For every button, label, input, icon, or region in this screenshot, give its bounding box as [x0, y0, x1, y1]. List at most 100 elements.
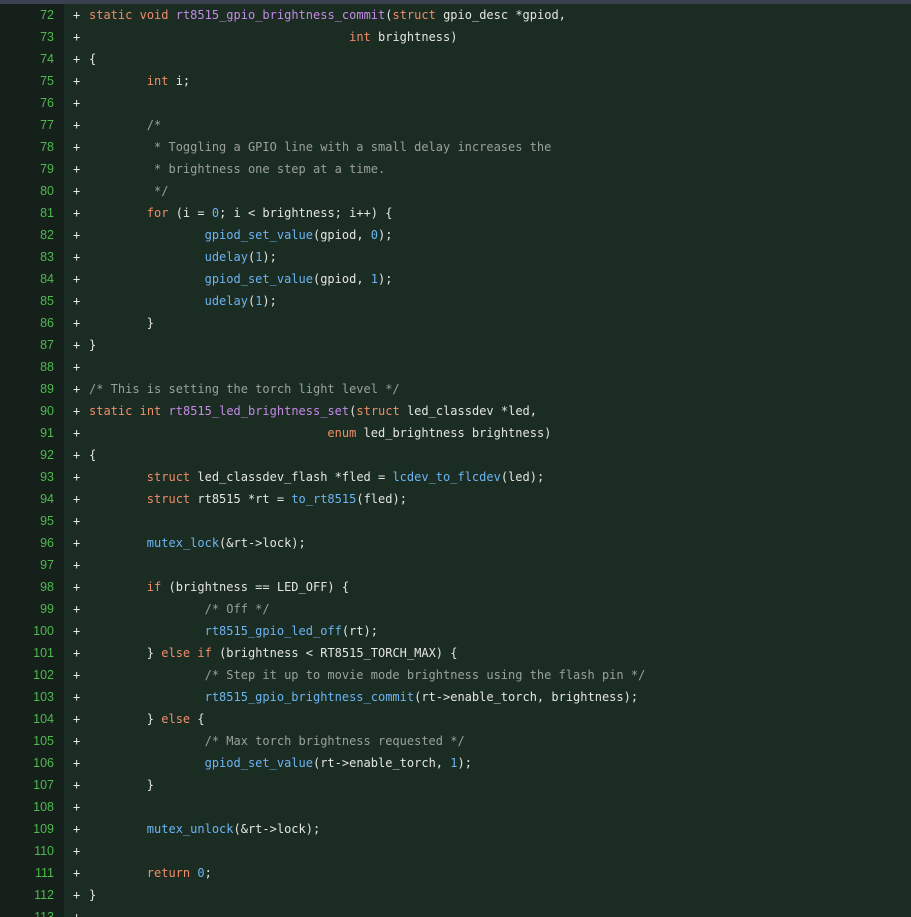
- line-number[interactable]: 105: [0, 734, 64, 748]
- code-token: 1: [370, 272, 378, 286]
- line-number[interactable]: 111: [0, 866, 64, 880]
- code-token: gpiod_set_value: [204, 756, 313, 770]
- line-number[interactable]: 74: [0, 52, 64, 66]
- added-line-marker: +: [73, 8, 81, 22]
- line-number[interactable]: 95: [0, 514, 64, 528]
- line-number[interactable]: 84: [0, 272, 64, 286]
- code-text: }: [89, 338, 96, 352]
- code-token: (brightness < RT8515_TORCH_MAX) {: [211, 646, 458, 660]
- code-token: int: [349, 30, 371, 44]
- added-line-marker: +: [73, 448, 81, 462]
- code-text: mutex_unlock(&rt->lock);: [89, 822, 320, 836]
- line-number[interactable]: 104: [0, 712, 64, 726]
- line-number[interactable]: 97: [0, 558, 64, 572]
- code-token: }: [89, 646, 162, 660]
- line-number[interactable]: 113: [0, 910, 64, 917]
- line-number[interactable]: 109: [0, 822, 64, 836]
- added-line-marker: +: [73, 96, 81, 110]
- line-number[interactable]: 85: [0, 294, 64, 308]
- line-number[interactable]: 83: [0, 250, 64, 264]
- line-number[interactable]: 110: [0, 844, 64, 858]
- line-number[interactable]: 92: [0, 448, 64, 462]
- line-number[interactable]: 78: [0, 140, 64, 154]
- added-line-marker: +: [73, 30, 81, 44]
- line-number[interactable]: 103: [0, 690, 64, 704]
- code-text: if (brightness == LED_OFF) {: [89, 580, 349, 594]
- code-token: brightness): [370, 30, 458, 44]
- code-token: (gpiod,: [312, 228, 371, 242]
- code-token: rt8515_gpio_led_off: [204, 624, 342, 638]
- line-number[interactable]: 81: [0, 206, 64, 220]
- diff-line: 92 + {: [0, 444, 911, 466]
- line-number[interactable]: 82: [0, 228, 64, 242]
- line-number[interactable]: 87: [0, 338, 64, 352]
- diff-line: 90 + static int rt8515_led_brightness_set(…: [0, 400, 911, 422]
- diff-line: 88 +: [0, 356, 911, 378]
- line-number[interactable]: 100: [0, 624, 64, 638]
- added-line-marker: +: [73, 756, 81, 770]
- diff-line: 76 +: [0, 92, 911, 114]
- diff-line: 86 + }: [0, 312, 911, 334]
- line-number[interactable]: 96: [0, 536, 64, 550]
- line-number[interactable]: 102: [0, 668, 64, 682]
- code-token: struct: [392, 8, 436, 22]
- line-number[interactable]: 86: [0, 316, 64, 330]
- diff-line: 91 + enum led_brightness brightness): [0, 422, 911, 444]
- line-number[interactable]: 101: [0, 646, 64, 660]
- added-line-marker: +: [73, 360, 81, 374]
- code-text: static void rt8515_gpio_brightness_commi…: [89, 8, 566, 22]
- added-line-marker: +: [73, 272, 81, 286]
- line-number[interactable]: 91: [0, 426, 64, 440]
- code-text: } else {: [89, 712, 205, 726]
- line-number[interactable]: 80: [0, 184, 64, 198]
- line-number[interactable]: 90: [0, 404, 64, 418]
- code-text: * brightness one step at a time.: [89, 162, 385, 176]
- code-text: udelay(1);: [89, 250, 277, 264]
- code-token: 0: [370, 228, 378, 242]
- added-line-marker: +: [73, 118, 81, 132]
- code-text: /* Max torch brightness requested */: [89, 734, 465, 748]
- diff-line: 75 + int i;: [0, 70, 911, 92]
- code-token: static: [89, 8, 133, 22]
- added-line-marker: +: [73, 52, 81, 66]
- line-number[interactable]: 79: [0, 162, 64, 176]
- diff-line: 79 + * brightness one step at a time.: [0, 158, 911, 180]
- diff-line: 98 + if (brightness == LED_OFF) {: [0, 576, 911, 598]
- line-number[interactable]: 75: [0, 74, 64, 88]
- line-number[interactable]: 73: [0, 30, 64, 44]
- code-token: }: [89, 316, 155, 330]
- diff-line: 103 + rt8515_gpio_brightness_commit(rt->e…: [0, 686, 911, 708]
- line-number[interactable]: 99: [0, 602, 64, 616]
- line-number[interactable]: 94: [0, 492, 64, 506]
- line-number[interactable]: 77: [0, 118, 64, 132]
- line-number[interactable]: 76: [0, 96, 64, 110]
- line-number[interactable]: 106: [0, 756, 64, 770]
- line-number[interactable]: 112: [0, 888, 64, 902]
- line-number[interactable]: 98: [0, 580, 64, 594]
- line-number[interactable]: 88: [0, 360, 64, 374]
- diff-line: 105 + /* Max torch brightness requested *…: [0, 730, 911, 752]
- code-token: }: [89, 888, 97, 902]
- line-number[interactable]: 89: [0, 382, 64, 396]
- line-number[interactable]: 72: [0, 8, 64, 22]
- code-text: static int rt8515_led_brightness_set(str…: [89, 404, 537, 418]
- line-number[interactable]: 93: [0, 470, 64, 484]
- diff-line: 85 + udelay(1);: [0, 290, 911, 312]
- line-number[interactable]: 108: [0, 800, 64, 814]
- code-token: led_brightness brightness): [356, 426, 552, 440]
- line-number[interactable]: 107: [0, 778, 64, 792]
- code-token: gpiod_set_value: [204, 228, 313, 242]
- code-text: int brightness): [89, 30, 457, 44]
- added-line-marker: +: [73, 228, 81, 242]
